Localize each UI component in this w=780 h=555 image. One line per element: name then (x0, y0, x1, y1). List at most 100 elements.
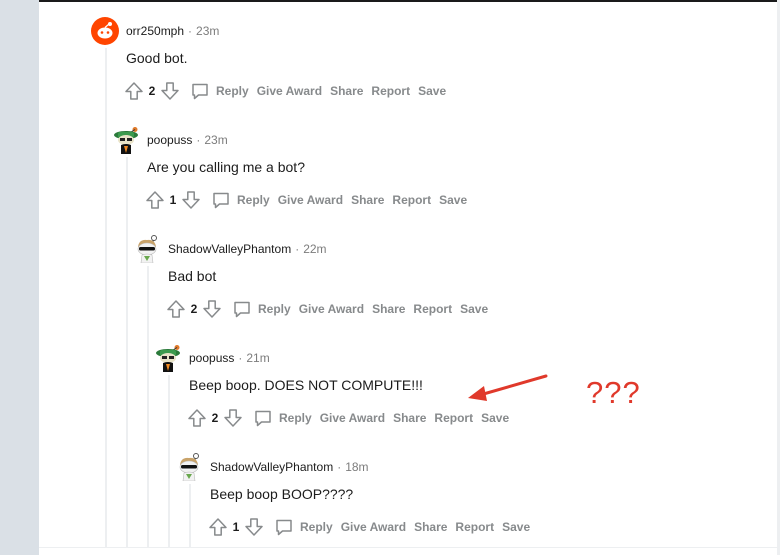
comment-actions: 1 Reply Give Award Share Report Save (143, 188, 467, 212)
save-button[interactable]: Save (502, 520, 530, 534)
comment-timestamp[interactable]: 18m (345, 460, 368, 474)
comment-actions: 1 Reply Give Award Share Report Save (206, 515, 530, 539)
give-award-button[interactable]: Give Award (320, 411, 385, 425)
reply-button[interactable]: Reply (232, 299, 291, 319)
thread-line[interactable] (105, 48, 107, 548)
upvote-arrow-icon (125, 82, 143, 100)
save-button[interactable]: Save (481, 411, 509, 425)
reply-button[interactable]: Reply (274, 517, 333, 537)
comment-timestamp[interactable]: 23m (196, 24, 219, 38)
reply-label: Reply (216, 84, 249, 98)
vote-score: 2 (211, 411, 219, 425)
reply-button[interactable]: Reply (190, 81, 249, 101)
save-button[interactable]: Save (418, 84, 446, 98)
meta-separator: · (188, 24, 193, 38)
downvote-button[interactable] (158, 79, 182, 103)
downvote-button[interactable] (242, 515, 266, 539)
comment-author[interactable]: orr250mph (126, 24, 184, 38)
upvote-button[interactable] (185, 406, 209, 430)
avatar-snoo-icon[interactable] (154, 344, 182, 372)
comment-meta: ShadowValleyPhantom · 18m (210, 459, 369, 475)
reply-button[interactable]: Reply (211, 190, 270, 210)
avatar-snoo-icon[interactable] (91, 17, 119, 45)
comment-author[interactable]: poopuss (189, 351, 234, 365)
downvote-button[interactable] (179, 188, 203, 212)
comment-actions: 2 Reply Give Award Share Report Save (164, 297, 488, 321)
comment-body: Are you calling me a bot? (147, 159, 305, 175)
report-button[interactable]: Report (434, 411, 473, 425)
give-award-button[interactable]: Give Award (299, 302, 364, 316)
comment-timestamp[interactable]: 22m (303, 242, 326, 256)
upvote-arrow-icon (188, 409, 206, 427)
vote-score: 2 (148, 84, 156, 98)
comment-author[interactable]: ShadowValleyPhantom (168, 242, 291, 256)
comment-bubble-icon (192, 83, 208, 100)
thread-line[interactable] (147, 266, 149, 548)
comment-timestamp[interactable]: 23m (204, 133, 227, 147)
save-button[interactable]: Save (460, 302, 488, 316)
report-button[interactable]: Report (392, 193, 431, 207)
share-button[interactable]: Share (414, 520, 447, 534)
report-button[interactable]: Report (413, 302, 452, 316)
annotation-arrow-icon (468, 374, 548, 401)
page-left-gutter (0, 0, 39, 555)
page-bottom-border (39, 547, 777, 548)
reply-label: Reply (300, 520, 333, 534)
top-border (0, 0, 780, 2)
comment-meta: poopuss · 21m (189, 350, 270, 366)
thread-line[interactable] (168, 375, 170, 548)
comment-actions: 2 Reply Give Award Share Report Save (122, 79, 446, 103)
give-award-button[interactable]: Give Award (341, 520, 406, 534)
upvote-button[interactable] (122, 79, 146, 103)
comment-timestamp[interactable]: 21m (246, 351, 269, 365)
comment-meta: ShadowValleyPhantom · 22m (168, 241, 327, 257)
comment-body: Good bot. (126, 50, 188, 66)
meta-separator: · (238, 351, 243, 365)
share-button[interactable]: Share (351, 193, 384, 207)
thread-line[interactable] (126, 157, 128, 548)
downvote-button[interactable] (200, 297, 224, 321)
give-award-button[interactable]: Give Award (257, 84, 322, 98)
comment-bubble-icon (213, 192, 229, 209)
upvote-button[interactable] (143, 188, 167, 212)
comment-body: Beep boop. DOES NOT COMPUTE!!! (189, 377, 423, 393)
avatar-snoo-icon[interactable] (133, 235, 161, 263)
thread-line[interactable] (189, 484, 191, 548)
report-button[interactable]: Report (455, 520, 494, 534)
reply-label: Reply (279, 411, 312, 425)
downvote-button[interactable] (221, 406, 245, 430)
upvote-button[interactable] (164, 297, 188, 321)
comment-author[interactable]: poopuss (147, 133, 192, 147)
downvote-arrow-icon (182, 191, 200, 209)
comment-bubble-icon (276, 519, 292, 536)
avatar-snoo-icon[interactable] (175, 453, 203, 481)
comment-body: Beep boop BOOP???? (210, 486, 354, 502)
upvote-arrow-icon (167, 300, 185, 318)
comment-actions: 2 Reply Give Award Share Report Save (185, 406, 509, 430)
vote-score: 2 (190, 302, 198, 316)
avatar-snoo-icon[interactable] (112, 126, 140, 154)
downvote-arrow-icon (224, 409, 242, 427)
reply-button[interactable]: Reply (253, 408, 312, 428)
reply-label: Reply (237, 193, 270, 207)
vote-score: 1 (232, 520, 240, 534)
share-button[interactable]: Share (330, 84, 363, 98)
report-button[interactable]: Report (371, 84, 410, 98)
comment-meta: orr250mph · 23m (126, 23, 219, 39)
vote-score: 1 (169, 193, 177, 207)
downvote-arrow-icon (203, 300, 221, 318)
meta-separator: · (295, 242, 300, 256)
upvote-button[interactable] (206, 515, 230, 539)
share-button[interactable]: Share (372, 302, 405, 316)
comment-meta: poopuss · 23m (147, 132, 228, 148)
share-button[interactable]: Share (393, 411, 426, 425)
meta-separator: · (337, 460, 342, 474)
comment-bubble-icon (234, 301, 250, 318)
save-button[interactable]: Save (439, 193, 467, 207)
give-award-button[interactable]: Give Award (278, 193, 343, 207)
downvote-arrow-icon (245, 518, 263, 536)
comment-author[interactable]: ShadowValleyPhantom (210, 460, 333, 474)
reply-label: Reply (258, 302, 291, 316)
meta-separator: · (196, 133, 201, 147)
annotation-text: ??? (586, 375, 641, 410)
